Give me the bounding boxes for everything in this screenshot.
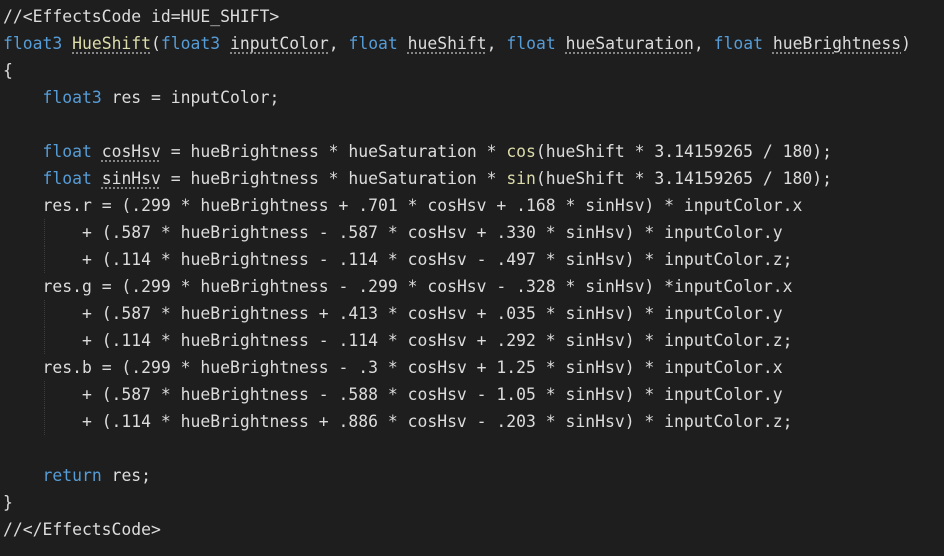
keyword-token: float <box>348 34 398 53</box>
code-token: , <box>486 34 507 53</box>
code-token: ) <box>901 34 912 53</box>
code-token: ( <box>151 34 161 53</box>
code-token: = hueBrightness * hueSaturation * <box>160 142 507 161</box>
code-line[interactable]: res.b = (.299 * hueBrightness - .3 * cos… <box>0 354 944 381</box>
indent-guide <box>44 246 45 273</box>
code-token: + (.587 * hueBrightness + .413 * cosHsv … <box>81 304 783 323</box>
code-line[interactable]: + (.114 * hueBrightness + .886 * cosHsv … <box>0 408 944 435</box>
code-token: + (.587 * hueBrightness - .587 * cosHsv … <box>81 223 783 242</box>
code-line[interactable]: //</EffectsCode> <box>0 516 944 543</box>
code-token: res = inputColor; <box>101 88 280 107</box>
code-token: = hueBrightness * hueSaturation * <box>160 169 507 188</box>
code-line[interactable] <box>0 435 944 462</box>
code-line[interactable]: { <box>0 57 944 84</box>
code-line[interactable]: + (.587 * hueBrightness + .413 * cosHsv … <box>0 300 944 327</box>
keyword-token: float3 <box>42 88 102 107</box>
code-token: res.g = (.299 * hueBrightness - .299 * c… <box>42 277 793 296</box>
indent-guide <box>44 408 45 435</box>
code-line[interactable]: float3 res = inputColor; <box>0 84 944 111</box>
indent-guide <box>44 219 45 246</box>
keyword-token: float3 <box>3 34 63 53</box>
code-line[interactable] <box>0 111 944 138</box>
code-token: + (.114 * hueBrightness - .114 * cosHsv … <box>81 331 793 350</box>
keyword-token: float <box>713 34 763 53</box>
code-token: inputColor <box>230 34 329 53</box>
code-token: sinHsv <box>101 169 161 188</box>
code-token: + (.114 * hueBrightness - .114 * cosHsv … <box>81 250 793 269</box>
indent-guide <box>44 381 45 408</box>
code-line[interactable]: res.g = (.299 * hueBrightness - .299 * c… <box>0 273 944 300</box>
code-line[interactable]: res.r = (.299 * hueBrightness + .701 * c… <box>0 192 944 219</box>
code-token: res; <box>101 466 152 485</box>
keyword-token: return <box>42 466 102 485</box>
indent-guide <box>44 327 45 354</box>
code-line[interactable]: } <box>0 489 944 516</box>
code-token: , <box>693 34 714 53</box>
code-line[interactable]: + (.587 * hueBrightness - .588 * cosHsv … <box>0 381 944 408</box>
code-line[interactable]: + (.114 * hueBrightness - .114 * cosHsv … <box>0 327 944 354</box>
comment-token: //<EffectsCode id=HUE_SHIFT> <box>3 7 280 26</box>
keyword-token: float3 <box>160 34 221 53</box>
code-token: hueShift <box>407 34 487 53</box>
code-editor[interactable]: //<EffectsCode id=HUE_SHIFT> float3 HueSh… <box>0 0 944 556</box>
code-token: res.r = (.299 * hueBrightness + .701 * c… <box>42 196 803 215</box>
function-token: HueShift <box>72 34 152 53</box>
comment-token: //</EffectsCode> <box>3 520 161 539</box>
code-line[interactable]: return res; <box>0 462 944 489</box>
code-line[interactable]: float3 HueShift(float3 inputColor, float… <box>0 30 944 57</box>
code-line[interactable]: + (.587 * hueBrightness - .587 * cosHsv … <box>0 219 944 246</box>
code-token: + (.587 * hueBrightness - .588 * cosHsv … <box>81 385 783 404</box>
code-token: } <box>3 493 13 512</box>
keyword-token: float <box>506 34 556 53</box>
code-line[interactable]: + (.114 * hueBrightness - .114 * cosHsv … <box>0 246 944 273</box>
code-token: (hueShift * 3.14159265 / 180); <box>535 142 832 161</box>
code-token: (hueShift * 3.14159265 / 180); <box>535 169 832 188</box>
function-token: sin <box>506 169 536 188</box>
code-token: + (.114 * hueBrightness + .886 * cosHsv … <box>81 412 793 431</box>
code-token: , <box>328 34 349 53</box>
code-line[interactable]: float cosHsv = hueBrightness * hueSatura… <box>0 138 944 165</box>
keyword-token: float <box>42 142 92 161</box>
code-token: cosHsv <box>101 142 161 161</box>
function-token: cos <box>506 142 536 161</box>
code-token: res.b = (.299 * hueBrightness - .3 * cos… <box>42 358 783 377</box>
keyword-token: float <box>42 169 92 188</box>
indent-guide <box>44 300 45 327</box>
code-token: hueSaturation <box>565 34 694 53</box>
code-line[interactable]: float sinHsv = hueBrightness * hueSatura… <box>0 165 944 192</box>
code-token: { <box>3 61 13 80</box>
code-line[interactable]: //<EffectsCode id=HUE_SHIFT> <box>0 3 944 30</box>
code-token: hueBrightness <box>772 34 902 53</box>
